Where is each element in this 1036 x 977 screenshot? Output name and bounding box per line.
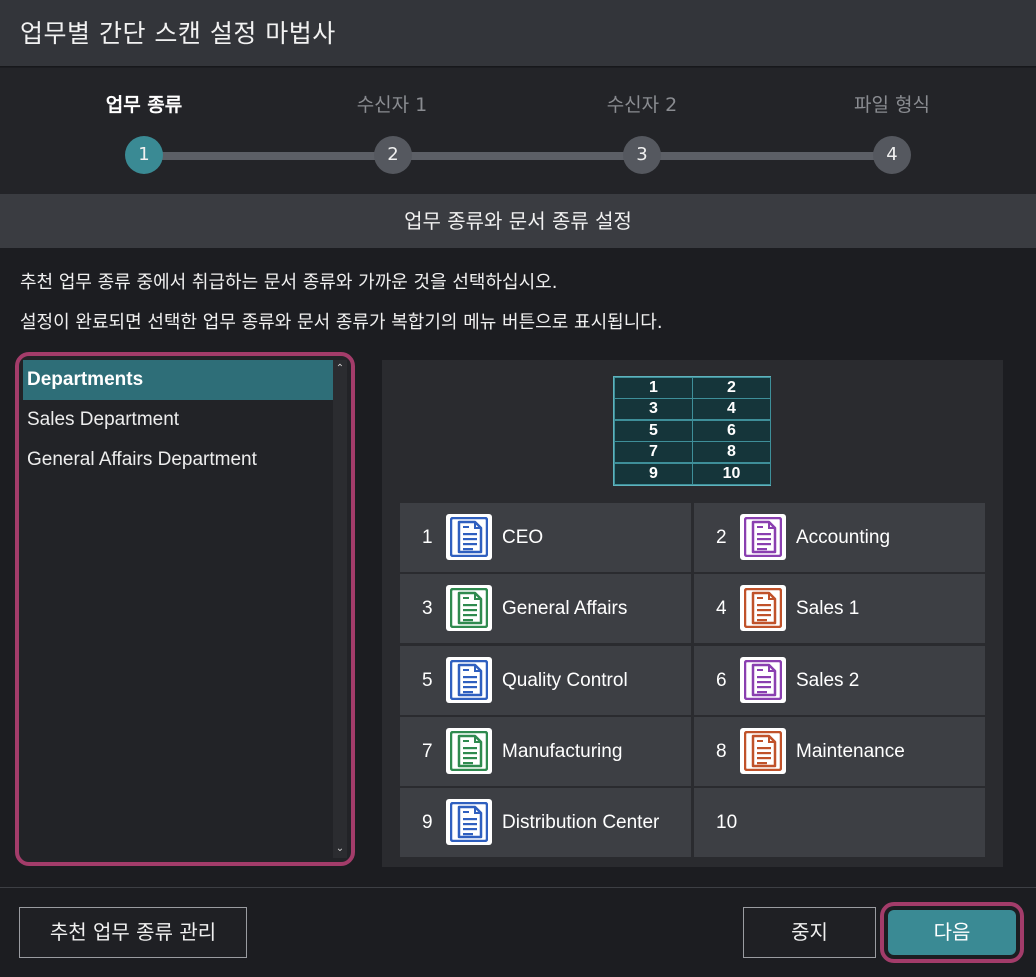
tile-number: 9 bbox=[422, 812, 433, 833]
grid-cell: 7 bbox=[614, 441, 693, 463]
document-tile-5[interactable]: 5 Quality Control bbox=[400, 646, 691, 715]
document-icon bbox=[446, 585, 492, 631]
tile-number: 6 bbox=[716, 670, 727, 691]
document-icon bbox=[740, 728, 786, 774]
next-button[interactable]: 다음 bbox=[888, 910, 1016, 955]
grid-cell: 2 bbox=[692, 377, 771, 399]
step-3-indicator: 3 bbox=[623, 136, 661, 174]
scroll-up-icon[interactable]: ⌃ bbox=[333, 362, 347, 376]
tile-label: Accounting bbox=[796, 527, 891, 548]
step-1-label: 업무 종류 bbox=[105, 94, 183, 116]
next-button-focus-ring: 다음 bbox=[880, 902, 1024, 963]
business-type-list[interactable]: Departments Sales Department General Aff… bbox=[15, 352, 355, 866]
tile-label: Sales 2 bbox=[796, 670, 860, 691]
document-icon bbox=[446, 514, 492, 560]
step-4-label: 파일 형식 bbox=[854, 94, 930, 116]
tile-number: 7 bbox=[422, 741, 433, 762]
document-tile-3[interactable]: 3 General Affairs bbox=[400, 574, 691, 643]
grid-cell: 8 bbox=[692, 441, 771, 463]
tile-label: General Affairs bbox=[502, 598, 628, 619]
grid-cell: 4 bbox=[692, 398, 771, 420]
tile-number: 3 bbox=[422, 598, 433, 619]
menu-preview-panel: 1 2 3 4 5 6 7 8 9 10 1 CEO 2 Accounting 3 Gen… bbox=[382, 360, 1003, 867]
grid-cell: 1 bbox=[614, 377, 693, 399]
tile-label: Distribution Center bbox=[502, 812, 660, 833]
document-tile-6[interactable]: 6 Sales 2 bbox=[694, 646, 985, 715]
grid-cell: 10 bbox=[692, 463, 771, 485]
document-icon bbox=[740, 585, 786, 631]
document-tile-1[interactable]: 1 CEO bbox=[400, 503, 691, 572]
footer-divider bbox=[0, 887, 1036, 888]
tile-label: Manufacturing bbox=[502, 741, 623, 762]
step-2-indicator: 2 bbox=[374, 136, 412, 174]
title-bar: 업무별 간단 스캔 설정 마법사 bbox=[0, 0, 1036, 67]
list-item-general-affairs-department[interactable]: General Affairs Department bbox=[23, 440, 336, 480]
document-tile-2[interactable]: 2 Accounting bbox=[694, 503, 985, 572]
grid-cell: 3 bbox=[614, 398, 693, 420]
step-2-label: 수신자 1 bbox=[356, 94, 428, 116]
tile-number: 10 bbox=[716, 812, 738, 833]
document-icon bbox=[446, 728, 492, 774]
tile-label: Maintenance bbox=[796, 741, 905, 762]
step-4-indicator: 4 bbox=[873, 136, 911, 174]
button-layout-grid: 1 2 3 4 5 6 7 8 9 10 bbox=[613, 376, 771, 486]
list-item-sales-department[interactable]: Sales Department bbox=[23, 400, 336, 440]
grid-cell: 9 bbox=[614, 463, 693, 485]
step-track bbox=[144, 152, 894, 160]
document-icon bbox=[740, 514, 786, 560]
section-header: 업무 종류와 문서 종류 설정 bbox=[0, 194, 1036, 248]
document-tile-4[interactable]: 4 Sales 1 bbox=[694, 574, 985, 643]
scroll-down-icon[interactable]: ⌄ bbox=[333, 842, 347, 856]
document-tile-7[interactable]: 7 Manufacturing bbox=[400, 717, 691, 786]
tile-label: Quality Control bbox=[502, 670, 628, 691]
document-tile-8[interactable]: 8 Maintenance bbox=[694, 717, 985, 786]
tile-number: 8 bbox=[716, 741, 727, 762]
list-scrollbar[interactable]: ⌃ ⌄ bbox=[333, 360, 347, 858]
wizard-stepper: 업무 종류 수신자 1 수신자 2 파일 형식 1 2 3 4 bbox=[0, 68, 1036, 194]
tile-number: 4 bbox=[716, 598, 727, 619]
document-tile-10[interactable]: 10 bbox=[694, 788, 985, 857]
grid-cell: 5 bbox=[614, 420, 693, 442]
document-icon bbox=[446, 799, 492, 845]
grid-cell: 6 bbox=[692, 420, 771, 442]
window-title: 업무별 간단 스캔 설정 마법사 bbox=[20, 19, 336, 48]
manage-business-types-button[interactable]: 추천 업무 종류 관리 bbox=[19, 907, 247, 958]
tile-number: 5 bbox=[422, 670, 433, 691]
step-1-indicator: 1 bbox=[125, 136, 163, 174]
description-line-1: 추천 업무 종류 중에서 취급하는 문서 종류와 가까운 것을 선택하십시오. bbox=[20, 272, 558, 293]
document-tile-9[interactable]: 9 Distribution Center bbox=[400, 788, 691, 857]
cancel-button[interactable]: 중지 bbox=[743, 907, 876, 958]
tile-label: Sales 1 bbox=[796, 598, 860, 619]
document-icon bbox=[740, 657, 786, 703]
tile-label: CEO bbox=[502, 527, 544, 548]
step-3-label: 수신자 2 bbox=[606, 94, 678, 116]
list-item-departments[interactable]: Departments bbox=[23, 360, 336, 400]
tile-number: 1 bbox=[422, 527, 433, 548]
description-line-2: 설정이 완료되면 선택한 업무 종류와 문서 종류가 복합기의 메뉴 버튼으로 … bbox=[20, 312, 663, 333]
tile-number: 2 bbox=[716, 527, 727, 548]
document-icon bbox=[446, 657, 492, 703]
